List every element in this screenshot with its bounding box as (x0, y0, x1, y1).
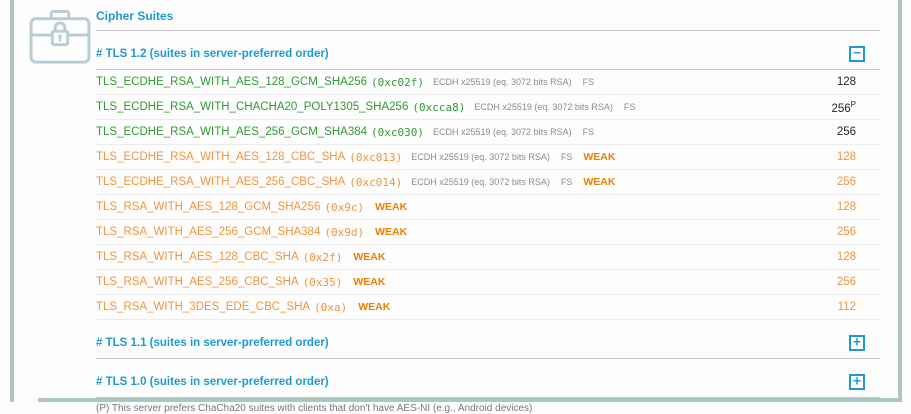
cipher-suite-row: TLS_ECDHE_RSA_WITH_AES_128_GCM_SHA256 (0… (96, 70, 880, 95)
tls12-suite-table: TLS_ECDHE_RSA_WITH_AES_128_GCM_SHA256 (0… (96, 70, 880, 320)
section-label-tls12: # TLS 1.2 (suites in server-preferred or… (96, 48, 329, 60)
key-exchange-info: ECDH x25519 (eq. 3072 bits RSA) (433, 127, 572, 137)
panel-title: Cipher Suites (96, 0, 880, 31)
cipher-suite-hex-code: (0xc014) (349, 176, 402, 189)
cipher-suite-hex-code: (0xcca8) (412, 101, 465, 114)
section-tls11: # TLS 1.1 (suites in server-preferred or… (96, 335, 880, 359)
expand-plus-icon[interactable]: + (849, 335, 865, 351)
toolbox-lock-icon (29, 9, 91, 65)
page-frame-right (898, 0, 902, 402)
key-exchange-info: ECDH x25519 (eq. 3072 bits RSA) (474, 102, 613, 112)
cipher-strength-bits: 128 (837, 201, 880, 213)
weak-badge: WEAK (583, 151, 615, 163)
cipher-suite-name: TLS_ECDHE_RSA_WITH_AES_128_CBC_SHA (96, 151, 345, 163)
cipher-suite-name: TLS_RSA_WITH_AES_256_CBC_SHA (96, 276, 299, 288)
section-header-tls10: # TLS 1.0 (suites in server-preferred or… (96, 374, 880, 398)
cipher-suite-hex-code: (0xc02f) (371, 76, 424, 89)
cipher-suite-name: TLS_RSA_WITH_AES_128_CBC_SHA (96, 251, 299, 263)
forward-secrecy-flag: FS (561, 152, 573, 162)
cipher-suite-hex-code: (0x35) (303, 276, 343, 289)
cipher-strength-bits: 256P (831, 100, 880, 115)
cipher-suite-name: TLS_ECDHE_RSA_WITH_CHACHA20_POLY1305_SHA… (96, 101, 408, 113)
weak-badge: WEAK (375, 201, 407, 213)
cipher-strength-bits: 256 (837, 276, 880, 288)
cipher-suite-row: TLS_RSA_WITH_3DES_EDE_CBC_SHA (0xa) WEAK… (96, 295, 880, 320)
page-frame-left (10, 0, 14, 402)
section-label-tls10: # TLS 1.0 (suites in server-preferred or… (96, 376, 329, 388)
cipher-suite-hex-code: (0x2f) (303, 251, 343, 264)
cipher-suite-hex-code: (0xa) (314, 301, 347, 314)
weak-badge: WEAK (353, 251, 385, 263)
key-exchange-info: ECDH x25519 (eq. 3072 bits RSA) (411, 152, 550, 162)
cipher-strength-bits: 112 (838, 301, 880, 313)
cipher-suite-row: TLS_RSA_WITH_AES_128_CBC_SHA (0x2f) WEAK… (96, 245, 880, 270)
cipher-suite-row: TLS_RSA_WITH_AES_128_GCM_SHA256 (0x9c) W… (96, 195, 880, 220)
cipher-suites-panel: Cipher Suites # TLS 1.2 (suites in serve… (96, 0, 880, 414)
section-tls12: # TLS 1.2 (suites in server-preferred or… (96, 46, 880, 320)
cipher-suite-hex-code: (0x9d) (324, 226, 364, 239)
cipher-strength-bits: 256 (837, 126, 880, 138)
cipher-suite-hex-code: (0xc030) (371, 126, 424, 139)
key-exchange-info: ECDH x25519 (eq. 3072 bits RSA) (411, 177, 550, 187)
forward-secrecy-flag: FS (561, 177, 573, 187)
weak-badge: WEAK (358, 301, 390, 313)
cipher-suite-name: TLS_RSA_WITH_AES_128_GCM_SHA256 (96, 201, 320, 213)
cipher-suite-name: TLS_RSA_WITH_AES_256_GCM_SHA384 (96, 226, 320, 238)
cipher-suite-name: TLS_ECDHE_RSA_WITH_AES_256_GCM_SHA384 (96, 126, 367, 138)
cipher-suite-row: TLS_RSA_WITH_AES_256_CBC_SHA (0x35) WEAK… (96, 270, 880, 295)
forward-secrecy-flag: FS (583, 77, 595, 87)
weak-badge: WEAK (353, 276, 385, 288)
cipher-suite-row: TLS_ECDHE_RSA_WITH_CHACHA20_POLY1305_SHA… (96, 95, 880, 120)
cipher-suite-hex-code: (0x9c) (324, 201, 364, 214)
forward-secrecy-flag: FS (583, 127, 595, 137)
cipher-suite-hex-code: (0xc013) (349, 151, 402, 164)
key-exchange-info: ECDH x25519 (eq. 3072 bits RSA) (433, 77, 572, 87)
cipher-suite-row: TLS_ECDHE_RSA_WITH_AES_256_CBC_SHA (0xc0… (96, 170, 880, 195)
cipher-suite-row: TLS_ECDHE_RSA_WITH_AES_128_CBC_SHA (0xc0… (96, 145, 880, 170)
cipher-strength-bits: 128 (837, 151, 880, 163)
weak-badge: WEAK (375, 226, 407, 238)
expand-plus-icon[interactable]: + (849, 374, 865, 390)
section-header-tls11: # TLS 1.1 (suites in server-preferred or… (96, 335, 880, 359)
chacha20-preference-footnote: (P) This server prefers ChaCha20 suites … (96, 403, 880, 414)
cipher-strength-bits: 256 (837, 176, 880, 188)
collapse-minus-icon[interactable]: − (849, 46, 865, 62)
cipher-strength-bits: 128 (837, 251, 880, 263)
cipher-strength-bits: 256 (837, 226, 880, 238)
section-tls10: # TLS 1.0 (suites in server-preferred or… (96, 374, 880, 398)
cipher-suite-name: TLS_ECDHE_RSA_WITH_AES_128_GCM_SHA256 (96, 76, 367, 88)
forward-secrecy-flag: FS (624, 102, 636, 112)
cipher-suite-row: TLS_ECDHE_RSA_WITH_AES_256_GCM_SHA384 (0… (96, 120, 880, 145)
cipher-suite-name: TLS_RSA_WITH_3DES_EDE_CBC_SHA (96, 301, 310, 313)
weak-badge: WEAK (583, 176, 615, 188)
section-label-tls11: # TLS 1.1 (suites in server-preferred or… (96, 337, 329, 349)
cipher-suite-row: TLS_RSA_WITH_AES_256_GCM_SHA384 (0x9d) W… (96, 220, 880, 245)
cipher-suite-name: TLS_ECDHE_RSA_WITH_AES_256_CBC_SHA (96, 176, 345, 188)
cipher-strength-bits: 128 (837, 76, 880, 88)
section-header-tls12: # TLS 1.2 (suites in server-preferred or… (96, 46, 880, 70)
